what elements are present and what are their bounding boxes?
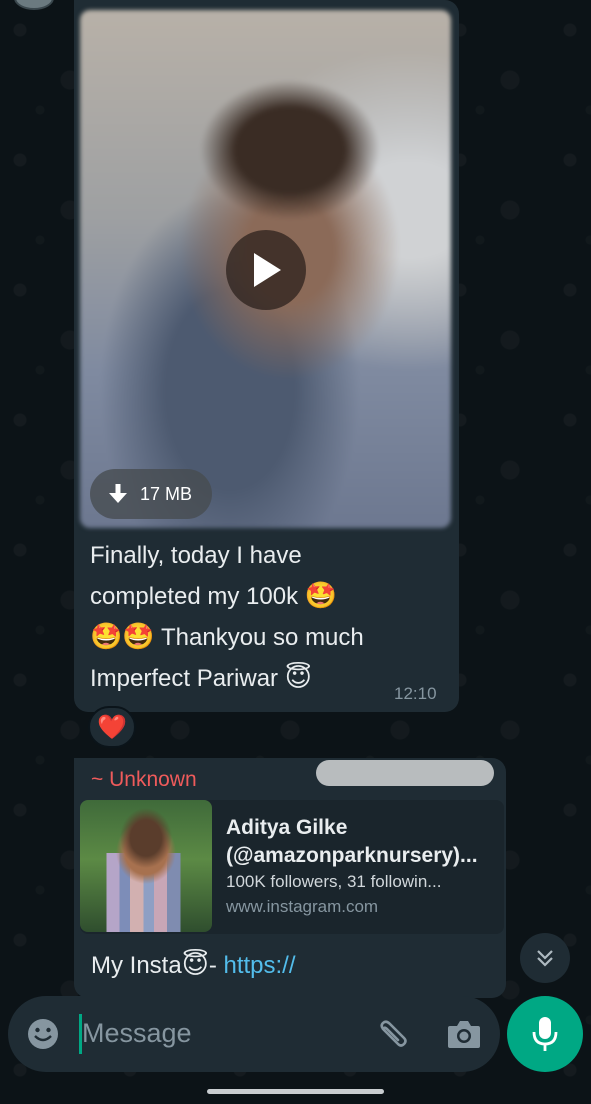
emoji-button[interactable] [26, 1017, 60, 1056]
link-preview-image [80, 800, 212, 932]
play-button[interactable] [226, 230, 306, 310]
sender-name[interactable]: ~ Unknown [91, 768, 197, 792]
microphone-icon [532, 1017, 558, 1051]
message-text: Finally, today I have completed my 100k … [90, 542, 364, 693]
reaction-badge[interactable]: ❤️ [88, 706, 136, 748]
camera-icon [448, 1021, 480, 1048]
attach-button[interactable] [372, 1016, 410, 1059]
link-preview-subtitle: 100K followers, 31 followin... [226, 872, 442, 891]
heart-emoji: ❤️ [97, 713, 127, 741]
download-arrow-icon [109, 484, 127, 503]
link-preview-url: www.instagram.com [226, 897, 379, 916]
star-eyes-emoji: 🤩 [90, 622, 123, 652]
halo-emoji: 😇 [284, 663, 312, 693]
redacted-phone-number [316, 760, 494, 786]
star-eyes-emoji: 🤩 [304, 581, 338, 611]
message-input[interactable]: Message [82, 1018, 192, 1049]
link-preview-title: Aditya Gilke (@amazonparknursery)... [226, 816, 478, 867]
voice-record-button[interactable] [507, 996, 583, 1072]
download-button[interactable]: 17 MB [90, 469, 212, 519]
paperclip-icon [380, 1020, 407, 1047]
double-chevron-down-icon [537, 950, 553, 967]
play-icon [254, 253, 281, 287]
star-eyes-emoji: 🤩 [122, 622, 155, 652]
camera-button[interactable] [446, 1018, 482, 1055]
message-link[interactable]: https:// [223, 952, 295, 979]
file-size: 17 MB [140, 483, 193, 504]
halo-emoji: 😇 [181, 950, 209, 980]
message-text: My Insta😇- https:// [91, 950, 296, 980]
emoji-icon [28, 1019, 58, 1049]
message-time: 12:10 [394, 684, 437, 703]
home-indicator[interactable] [207, 1089, 384, 1094]
scroll-to-bottom-button[interactable] [520, 933, 570, 983]
